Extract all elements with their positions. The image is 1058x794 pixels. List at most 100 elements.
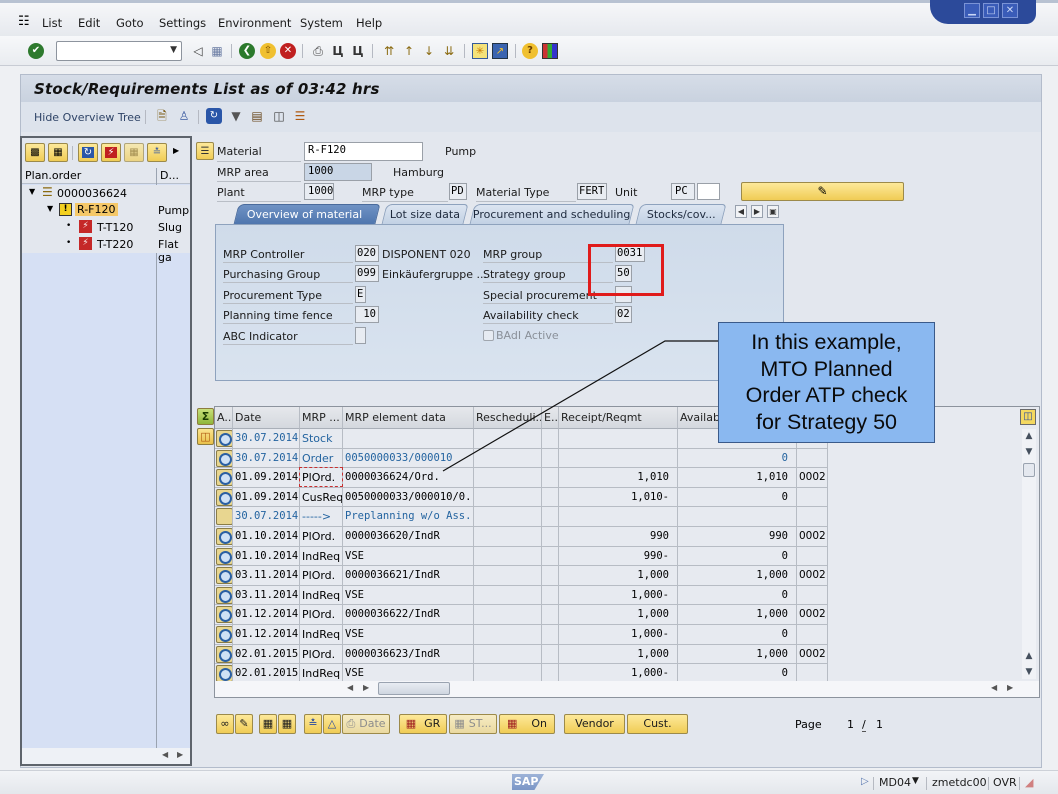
table-row[interactable]: 02.01.2015 PlOrd. 0000036623/IndR 1,000 1,00… [215,644,829,665]
refresh-icon[interactable]: ↻ [206,108,222,124]
edit-button[interactable]: ✎ [741,182,904,201]
enter-icon[interactable]: ✔ [28,43,44,59]
magnifier-icon[interactable] [216,469,232,487]
tree-row[interactable]: ▼ ☰ 0000036624 [22,185,190,202]
scroll-up-icon[interactable]: ▲ [1022,431,1036,441]
vendor-button[interactable]: Vendor [564,714,625,734]
magnifier-icon[interactable] [216,430,232,447]
mrp-area-field[interactable]: 1000 [304,163,372,181]
availability-check-field[interactable]: 02 [615,306,632,323]
status-expand-icon[interactable]: ▷ [861,776,869,787]
grid-vertical-scrollbar[interactable]: ▲ ▼ ▲ ▼ [1022,429,1036,679]
maximize-icon[interactable]: □ [983,3,999,18]
back-green-icon[interactable]: ❮ [239,43,255,59]
scroll-page-up-icon[interactable]: ▲ [1022,651,1036,661]
col-header-date[interactable]: Date [233,407,300,429]
document-icon[interactable]: 🗎 [154,108,170,124]
table-row[interactable]: 03.11.2014 PlOrd. 0000036621/IndR 1,000 1,00… [215,566,829,586]
exit-icon[interactable]: ⇧ [260,43,276,59]
tree-exception-icon[interactable]: ⚡ [101,143,121,162]
hscroll-right-icon[interactable]: ▶ [363,683,369,692]
menu-edit[interactable]: Edit [78,16,100,30]
on-button[interactable]: ▦ On [499,714,555,734]
magnifier-icon[interactable] [216,626,232,643]
tab-lot-size-data[interactable]: Lot size data [381,204,469,224]
magnifier-icon[interactable] [216,547,232,565]
date-button[interactable]: ⎙ Date [342,714,390,734]
expand-arrow-icon[interactable]: ▼ [47,204,53,213]
tab-scroll-left-icon[interactable]: ◀ [735,205,747,218]
shortcut-icon[interactable]: ↗ [492,43,508,59]
unit-extra-field[interactable] [697,183,720,200]
material-type-field[interactable]: FERT [577,183,607,200]
tab-stocks-coverage[interactable]: Stocks/cov... [635,204,727,224]
find-icon[interactable]: Ц [330,43,346,59]
find-next-icon[interactable]: Ц [350,43,366,59]
new-session-icon[interactable]: ✳ [472,43,488,59]
tab-procurement-scheduling[interactable]: Procurement and scheduling [469,204,635,224]
mrp-controller-field[interactable]: 020 [355,245,379,262]
expand-all-icon[interactable]: ≛ [304,714,322,734]
next-page-icon[interactable]: ↓ [421,43,437,59]
expand-arrow-icon[interactable]: ▼ [29,187,35,196]
magnifier-icon[interactable] [216,586,232,604]
tab-overview-material-data[interactable]: Overview of material data [233,204,381,240]
print-icon[interactable]: ⎙ [310,43,326,59]
expand-hierarchy-icon[interactable]: ▦ [259,714,277,734]
insert-mode[interactable]: OVR [993,776,1017,789]
magnifier-icon[interactable] [216,528,232,545]
tree-row[interactable]: • ⚡ T-T220 Flat ga [22,236,190,264]
st-button[interactable]: ▦ ST... [449,714,497,734]
blank-icon[interactable] [216,508,232,526]
table-row[interactable]: 01.10.2014 PlOrd. 0000036620/IndR 990 990 000… [215,527,829,547]
tab-list-icon[interactable]: ▣ [767,205,779,218]
table-row[interactable]: 01.10.2014 IndReq VSE 990- 0 [215,546,829,567]
purchasing-group-field[interactable]: 099 [355,265,379,282]
details-icon[interactable]: ▤ [249,108,265,124]
hscroll-right-right-icon[interactable]: ▶ [1007,683,1013,692]
user-icon[interactable]: ♙ [176,108,192,124]
scroll-thumb[interactable] [1023,463,1035,477]
scroll-down-icon[interactable]: ▼ [1022,447,1036,457]
tree-column-divider[interactable] [156,168,157,754]
filter-icon[interactable]: ▼ [228,108,244,124]
menu-settings[interactable]: Settings [159,16,206,30]
hscroll-left-icon[interactable]: ◀ [347,683,353,692]
magnifier-icon[interactable] [216,645,232,663]
first-page-icon[interactable]: ⇈ [381,43,397,59]
tab-scroll-right-icon[interactable]: ▶ [751,205,763,218]
scroll-left-icon[interactable]: ◀ [162,750,168,759]
magnifier-icon[interactable] [216,488,232,506]
column-chooser-icon[interactable]: ◫ [1020,409,1036,425]
scroll-page-down-icon[interactable]: ▼ [1022,667,1036,677]
unit-field[interactable]: PC [671,183,695,200]
last-page-icon[interactable]: ⇊ [441,43,457,59]
page-current[interactable]: 1 [847,718,854,731]
tree-row[interactable]: • ⚡ T-T120 Slug fo [22,219,190,247]
transaction-dropdown-icon[interactable]: ▼ [912,776,919,786]
menu-environment[interactable]: Environment [218,16,291,30]
glasses-icon[interactable]: ∞ [216,714,234,734]
table-row[interactable]: 30.07.2014 -----> Preplanning w/o Ass... [215,507,829,527]
tree-more-icon[interactable]: ▶ [173,146,179,155]
tree-structure-icon[interactable]: ▦ [48,143,68,162]
collapse-all-icon[interactable]: △ [323,714,341,734]
magnifier-icon[interactable] [216,606,232,624]
col-header-mrp-element[interactable]: MRP ... [300,407,343,429]
planning-time-fence-field[interactable]: 10 [355,306,379,323]
layout-switch-icon[interactable]: ◫ [197,428,214,445]
menu-goto[interactable]: Goto [116,16,144,30]
abc-indicator-field[interactable] [355,327,366,344]
menu-help[interactable]: Help [356,16,382,30]
pencil-edit-icon[interactable]: ✎ [235,714,253,734]
collapse-hierarchy-icon[interactable]: ▦ [278,714,296,734]
table-row[interactable]: 01.09.2014 CusReq 0050000033/000010/0... 1,… [215,487,829,508]
tree-row[interactable]: ▼ ! R-F120 Pump [22,202,190,219]
table-row[interactable]: 01.12.2014 PlOrd. 0000036622/IndR 1,000 1,00… [215,605,829,625]
grid-horizontal-scrollbar[interactable]: ◀ ▶ ◀ ▶ [215,681,1039,697]
sum-icon[interactable]: Σ [197,408,214,425]
command-field[interactable]: ▼ [56,41,182,61]
menu-icon[interactable]: ☷ [18,14,30,29]
help-icon[interactable]: ? [522,43,538,59]
table-row[interactable]: 01.12.2014 IndReq VSE 1,000- 0 [215,625,829,645]
